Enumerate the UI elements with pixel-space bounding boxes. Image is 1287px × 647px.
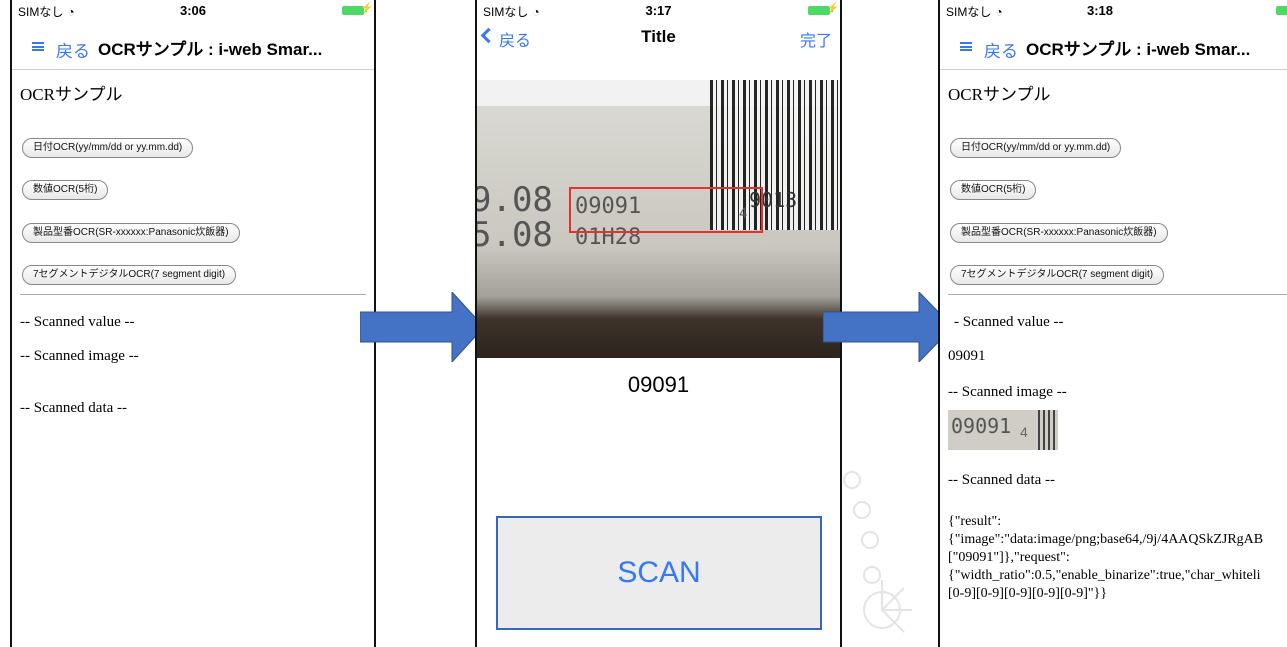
page-heading: OCRサンプル bbox=[948, 85, 1051, 104]
back-link[interactable]: 戻る bbox=[984, 37, 1018, 62]
date-ocr-button[interactable]: 日付OCR(yy/mm/dd or yy.mm.dd) bbox=[22, 138, 194, 158]
printed-date-2: 5.08 bbox=[475, 215, 553, 255]
phone-screen-initial: SIMなし ◔ 3:06 ⚡ 戻る OCRサンプル : i-web Smar...… bbox=[10, 0, 376, 647]
scanned-data-label: -- Scanned data -- bbox=[20, 400, 128, 416]
menu-icon[interactable] bbox=[32, 42, 44, 51]
scanned-value-label: - Scanned value -- bbox=[954, 314, 1064, 330]
arrow-right-icon bbox=[360, 292, 484, 362]
scan-result: 09091 bbox=[627, 372, 690, 397]
segment-ocr-button[interactable]: 7セグメントデジタルOCR(7 segment digit) bbox=[950, 265, 1165, 285]
battery-icon bbox=[1276, 6, 1287, 15]
charging-icon: ⚡ bbox=[360, 3, 373, 14]
date-ocr-button[interactable]: 日付OCR(yy/mm/dd or yy.mm.dd) bbox=[950, 138, 1122, 158]
scan-button[interactable]: SCAN bbox=[496, 516, 822, 630]
scanned-data-json: {"result": {"image":"data:image/png;base… bbox=[948, 513, 1287, 603]
nav-title: OCRサンプル : i-web Smar... bbox=[1026, 40, 1251, 59]
scanned-image-label: -- Scanned image -- bbox=[20, 348, 139, 364]
divider bbox=[948, 294, 1287, 295]
printed-date-1: 9.08 bbox=[475, 180, 553, 220]
thumb-number: 09091 bbox=[951, 414, 1012, 438]
charging-icon: ⚡ bbox=[826, 3, 839, 14]
done-button[interactable]: 完了 bbox=[800, 27, 832, 51]
nav-bar: 戻る Title 完了 bbox=[477, 20, 840, 64]
status-bar: SIMなし ◔ 3:06 ⚡ bbox=[12, 0, 374, 20]
json-line: ["09091"]},"request": bbox=[948, 550, 1070, 565]
json-line: [0-9][0-9][0-9][0-9][0-9]"}} bbox=[948, 586, 1108, 601]
json-line: {"result": bbox=[948, 514, 1002, 529]
camera-preview: 9.08 5.08 09091 01H28 4 9013 bbox=[477, 80, 840, 358]
number-ocr-button[interactable]: 数値OCR(5桁) bbox=[950, 180, 1037, 200]
model-ocr-button[interactable]: 製品型番OCR(SR-xxxxxx:Panasonic炊飯器) bbox=[950, 223, 1168, 243]
nav-bar: 戻る OCRサンプル : i-web Smar... bbox=[12, 20, 374, 70]
nav-bar: 戻る OCRサンプル : i-web Smar... bbox=[940, 20, 1287, 70]
scan-region-box[interactable] bbox=[569, 187, 763, 233]
status-time: 3:18 bbox=[1086, 3, 1114, 18]
number-ocr-button[interactable]: 数値OCR(5桁) bbox=[22, 180, 109, 200]
page-heading: OCRサンプル bbox=[20, 85, 123, 104]
scanned-value: 09091 bbox=[948, 348, 986, 364]
phone-screen-scanner: SIMなし ◔ 3:17 ⚡ 戻る Title 完了 9.08 5.08 0909… bbox=[475, 0, 842, 647]
scanned-value-label: -- Scanned value -- bbox=[20, 314, 135, 330]
back-link[interactable]: 戻る bbox=[56, 37, 90, 62]
scanned-data-label: -- Scanned data -- bbox=[948, 472, 1056, 488]
json-line: {"image":"data:image/png;base64,/9j/4AAQ… bbox=[948, 532, 1264, 547]
ferris-wheel-watermark bbox=[843, 471, 912, 633]
status-bar: SIMなし ◔ 3:18 bbox=[940, 0, 1287, 20]
status-time: 3:17 bbox=[645, 3, 672, 18]
phone-screen-result: SIMなし ◔ 3:18 戻る OCRサンプル : i-web Smar... O… bbox=[938, 0, 1287, 647]
scanned-image-label: -- Scanned image -- bbox=[948, 384, 1067, 400]
thumb-four: 4 bbox=[1020, 424, 1028, 440]
nav-title: OCRサンプル : i-web Smar... bbox=[98, 40, 323, 59]
menu-icon[interactable] bbox=[960, 42, 972, 51]
arrow-right-icon bbox=[823, 292, 953, 362]
nav-title: Title bbox=[641, 27, 676, 46]
thumb-barcode bbox=[1038, 410, 1058, 450]
model-ocr-button[interactable]: 製品型番OCR(SR-xxxxxx:Panasonic炊飯器) bbox=[22, 223, 240, 243]
status-time: 3:06 bbox=[179, 3, 207, 18]
scanned-image-thumbnail: 09091 4 bbox=[948, 410, 1058, 450]
json-line: {"width_ratio":0.5,"enable_binarize":tru… bbox=[948, 568, 1261, 583]
segment-ocr-button[interactable]: 7セグメントデジタルOCR(7 segment digit) bbox=[22, 265, 237, 285]
status-bar: SIMなし ◔ 3:17 ⚡ bbox=[477, 0, 840, 20]
divider bbox=[20, 294, 366, 295]
